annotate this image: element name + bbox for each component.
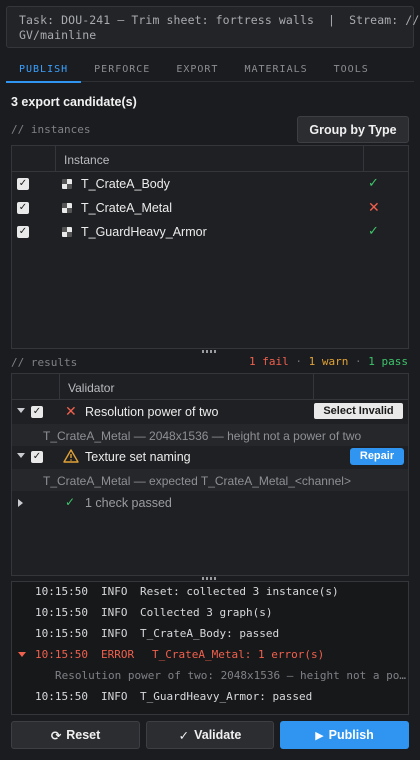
validate-button-label: Validate [194,728,242,742]
passed-checks-label: 1 check passed [85,496,172,510]
validator-title: Texture set naming [85,450,191,464]
instances-table: Instance ✓ T_CrateA_Body ✓ ✓ T_CrateA_Me… [11,145,409,349]
candidate-count: 3 export candidate(s) [11,95,137,109]
log-message: T_CrateA_Body: passed [140,627,280,640]
passed-checks-row[interactable]: ✓ 1 check passed [12,492,408,515]
validator-checkbox[interactable]: ✓ [31,406,43,418]
chevron-down-icon[interactable] [18,652,26,657]
chevron-down-icon[interactable] [17,408,25,413]
log-level: INFO [101,627,128,640]
select-column-header[interactable] [12,146,56,171]
tab-materials[interactable]: MATERIALS [231,58,320,82]
table-row[interactable]: ✓ T_CrateA_Body ✓ [12,172,408,196]
table-row[interactable]: ✓ T_CrateA_Metal ✕ [12,196,408,220]
log-time: 10:15:50 [35,690,88,703]
log-level: INFO [101,690,128,703]
log-message: Reset: collected 3 instance(s) [140,585,339,598]
tab-tools[interactable]: TOOLS [321,58,382,82]
tab-publish[interactable]: PUBLISH [6,58,82,83]
group-by-type-button[interactable]: Group by Type [297,116,409,143]
texture-graph-icon [62,227,72,237]
pass-check-icon: ✓ [65,495,76,509]
warn-count: 1 warn [308,355,349,368]
validator-row-naming[interactable]: ✓ Texture set naming Repair [12,446,408,469]
fail-count: 1 fail [249,355,289,368]
log-console: 10:15:50 INFO Reset: collected 3 instanc… [11,581,409,715]
validator-detail: T_CrateA_Metal — 2048x1536 — height not … [12,424,408,446]
log-level: ERROR [101,648,135,661]
texture-graph-icon [62,203,72,213]
reset-button-label: Reset [66,728,101,742]
task-info-bar: Task: DOU-241 — Trim sheet: fortress wal… [6,6,420,48]
instance-column-header[interactable]: Instance [56,146,364,171]
status-column-header[interactable] [364,146,408,171]
chevron-down-icon[interactable] [17,453,25,458]
task-info-line-1: Task: DOU-241 — Trim sheet: fortress wal… [19,13,420,27]
instances-table-header: Instance [12,146,408,172]
log-message: T_GuardHeavy_Armor: passed [140,690,313,703]
instance-name: T_GuardHeavy_Armor [81,225,207,239]
log-message: Collected 3 graph(s) [140,606,273,619]
fail-x-icon: ✕ [368,199,380,215]
fail-x-icon: ✕ [65,403,77,419]
check-icon: ✓ [178,728,190,743]
play-icon: ▶ [315,729,324,742]
log-message: Resolution power of two: 2048x1536 — hei… [55,669,406,682]
log-level: INFO [101,585,128,598]
validator-row-resolution[interactable]: ✓ ✕ Resolution power of two Select Inval… [12,401,408,424]
instance-name: T_CrateA_Metal [81,201,173,215]
warning-icon [63,449,79,463]
log-time: 10:15:50 [35,606,88,619]
pass-count: 1 pass [368,355,408,368]
log-message: T_CrateA_Metal: 1 error(s) [152,648,325,661]
repair-button[interactable]: Repair [350,448,404,465]
tab-bar: PUBLISH PERFORCE EXPORT MATERIALS TOOLS [6,58,414,83]
summary-separator: · [295,355,302,368]
results-table-header: Validator [12,374,408,400]
row-checkbox[interactable]: ✓ [17,226,29,238]
publish-button-label: Publish [328,728,374,742]
table-row[interactable]: ✓ T_GuardHeavy_Armor ✓ [12,220,408,244]
validate-button[interactable]: ✓ Validate [146,721,274,749]
results-summary: 1 fail · 1 warn · 1 pass [249,355,408,368]
validator-title: Resolution power of two [85,405,219,419]
reset-button[interactable]: ⟳ Reset [11,721,140,749]
splitter-handle-top[interactable] [202,350,218,353]
validator-column-header[interactable]: Validator [60,374,314,399]
validator-detail: T_CrateA_Metal — expected T_CrateA_Metal… [12,469,408,491]
select-invalid-button[interactable]: Select Invalid [314,403,403,419]
instances-section-label: // instances [11,123,91,136]
pass-check-icon: ✓ [368,223,379,238]
publish-button[interactable]: ▶ Publish [280,721,409,749]
log-time: 10:15:50 [35,627,88,640]
tab-export[interactable]: EXPORT [163,58,231,82]
summary-separator: · [355,355,362,368]
splitter-handle-bottom[interactable] [202,577,218,580]
chevron-right-icon[interactable] [18,499,23,507]
instance-name: T_CrateA_Body [81,177,170,191]
expand-column-header[interactable] [12,374,60,399]
validator-checkbox[interactable]: ✓ [31,451,43,463]
texture-graph-icon [62,179,72,189]
tab-perforce[interactable]: PERFORCE [81,58,163,82]
log-time: 10:15:50 [35,585,88,598]
log-time: 10:15:50 [35,648,88,661]
refresh-icon: ⟳ [50,728,62,743]
task-info-line-2: GV/mainline [19,28,97,42]
row-checkbox[interactable]: ✓ [17,178,29,190]
log-level: INFO [101,606,128,619]
results-tree: Validator ✓ ✕ Resolution power of two Se… [11,373,409,576]
row-checkbox[interactable]: ✓ [17,202,29,214]
pass-check-icon: ✓ [368,175,379,190]
results-section-label: // results [11,356,78,369]
